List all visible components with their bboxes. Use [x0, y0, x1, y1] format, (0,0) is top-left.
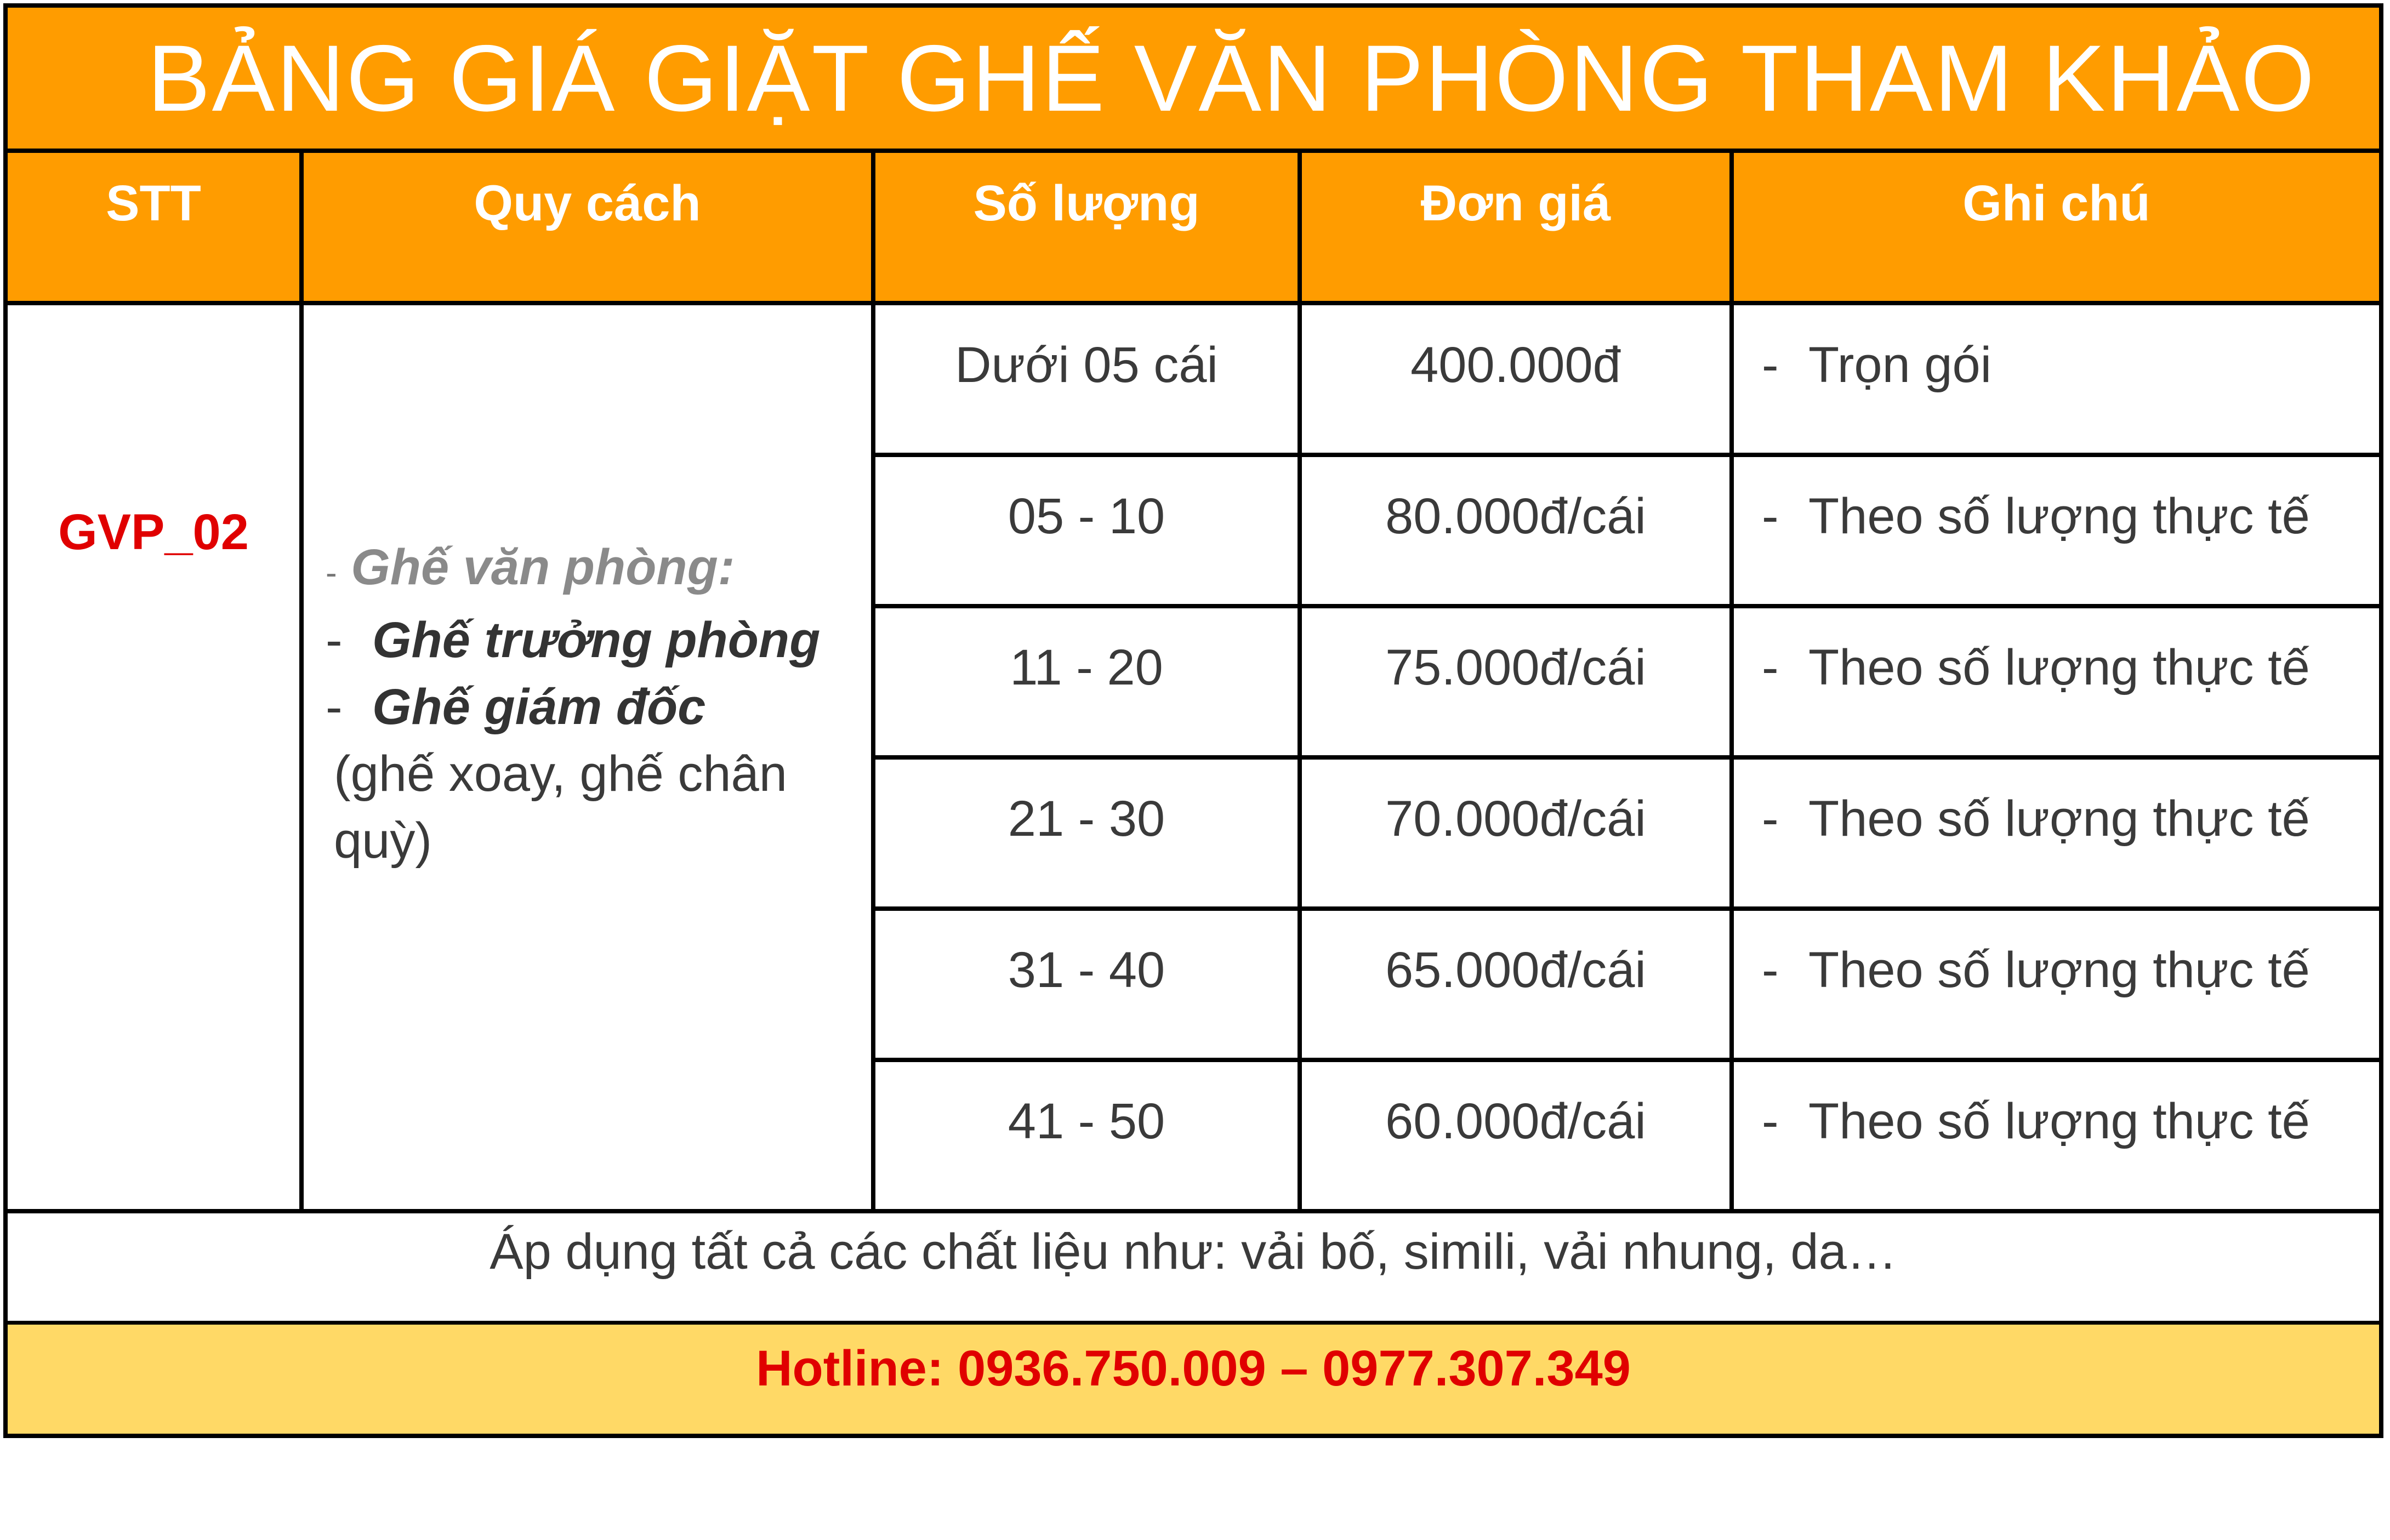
grid-line	[871, 453, 2379, 457]
price-cell: 60.000đ/cái	[1385, 1093, 1646, 1149]
price-cell: 400.000đ	[1410, 337, 1621, 393]
header-stt: STT	[106, 175, 201, 231]
bullet-dash: -	[1762, 337, 1779, 393]
bullet-dash: -	[326, 554, 337, 592]
spec-cell: - Ghế văn phòng: - Ghế trưởng phòng - Ghế …	[326, 534, 874, 874]
grid-line	[871, 604, 2379, 608]
materials-note: Áp dụng tất cả các chất liệu như: vải bố…	[490, 1224, 1897, 1280]
grid-line	[871, 755, 2379, 760]
qty-cell: Dưới 05 cái	[955, 337, 1218, 393]
bullet-dash: -	[1762, 488, 1779, 544]
note-cell: - Trọn gói	[1762, 336, 1991, 394]
qty-cell: 41 - 50	[1008, 1093, 1165, 1149]
price-cell: 65.000đ/cái	[1385, 942, 1646, 998]
grid-line	[871, 1058, 2379, 1062]
price-table: BẢNG GIÁ GIẶT GHẾ VĂN PHÒNG THAM KHẢO ST…	[3, 3, 2383, 1438]
price-cell: 80.000đ/cái	[1385, 488, 1646, 544]
qty-cell: 05 - 10	[1008, 488, 1165, 544]
bullet-dash: -	[1762, 942, 1779, 998]
header-spec: Quy cách	[474, 175, 701, 231]
qty-cell: 11 - 20	[1010, 640, 1163, 695]
grid-line	[1298, 153, 1302, 1211]
note-text: Theo số lượng thực tế	[1808, 942, 2310, 998]
spec-detail: (ghế xoay, ghế chân	[334, 746, 787, 802]
bullet-dash: -	[326, 612, 343, 668]
hotline: Hotline: 0936.750.009 – 0977.307.349	[8, 1325, 2379, 1434]
note-cell: - Theo số lượng thực tế	[1762, 1093, 2310, 1150]
note-cell: - Theo số lượng thực tế	[1762, 942, 2310, 999]
grid-line	[299, 153, 304, 1211]
bullet-dash: -	[1762, 640, 1779, 695]
header-note: Ghi chú	[1962, 175, 2150, 231]
note-cell: - Theo số lượng thực tế	[1762, 488, 2310, 545]
bullet-dash: -	[1762, 791, 1779, 847]
grid-line	[1729, 153, 1734, 1211]
spec-line: - Ghế trưởng phòng	[326, 607, 874, 674]
note-text: Theo số lượng thực tế	[1808, 488, 2310, 544]
note-text: Trọn gói	[1808, 337, 1992, 393]
price-cell: 70.000đ/cái	[1385, 791, 1646, 847]
qty-cell: 31 - 40	[1008, 942, 1165, 998]
note-text: Theo số lượng thực tế	[1808, 640, 2310, 695]
bullet-dash: -	[326, 679, 343, 735]
price-cell: 75.000đ/cái	[1385, 640, 1646, 695]
product-code: GVP_02	[58, 504, 249, 560]
grid-line	[871, 906, 2379, 911]
qty-cell: 21 - 30	[1008, 791, 1165, 847]
note-cell: - Theo số lượng thực tế	[1762, 790, 2310, 848]
note-text: Theo số lượng thực tế	[1808, 791, 2310, 847]
note-cell: - Theo số lượng thực tế	[1762, 639, 2310, 697]
bullet-dash: -	[1762, 1093, 1779, 1149]
spec-item: Ghế trưởng phòng	[372, 612, 821, 668]
spec-line: - Ghế giám đốc	[326, 674, 874, 740]
spec-item: Ghế giám đốc	[372, 679, 706, 735]
spec-detail: quỳ)	[334, 813, 432, 869]
spec-category: Ghế văn phòng:	[351, 539, 735, 595]
spec-line: - Ghế văn phòng:	[326, 534, 874, 607]
note-text: Theo số lượng thực tế	[1808, 1093, 2310, 1149]
